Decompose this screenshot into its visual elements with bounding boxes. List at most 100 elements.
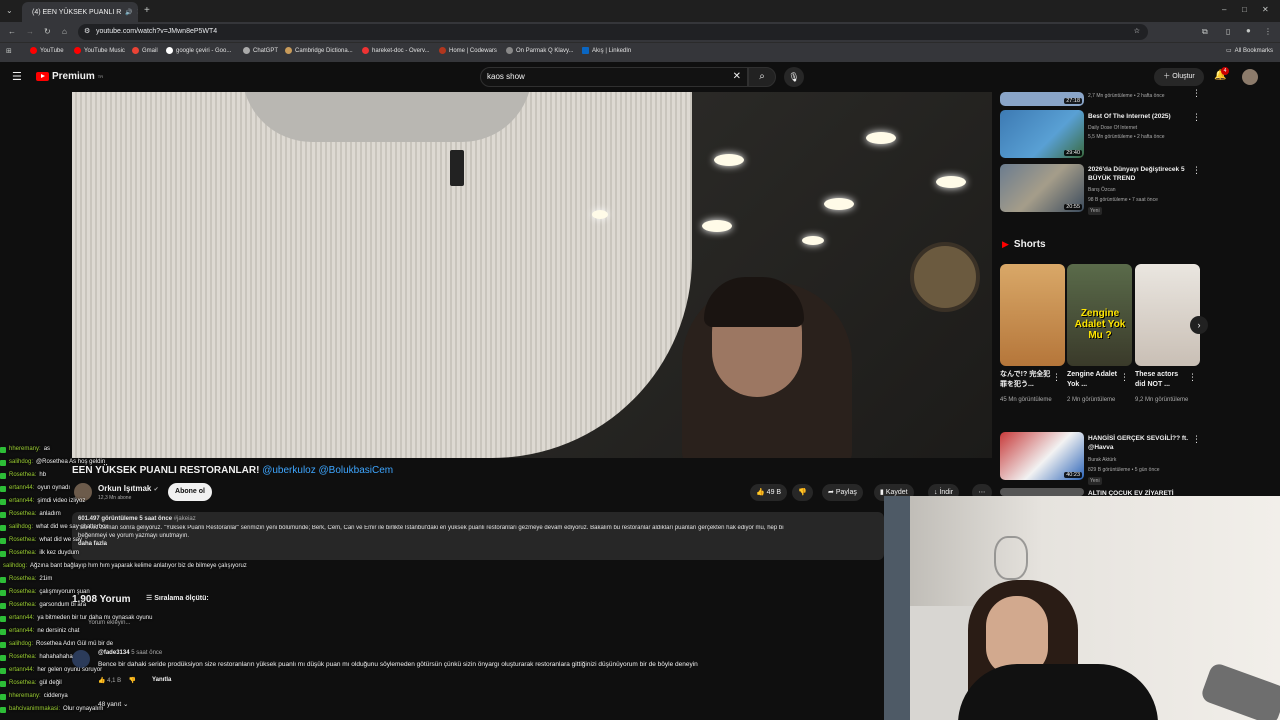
chat-text: anladım [39,511,61,517]
create-button[interactable]: ＋ Oluştur [1154,68,1204,86]
address-bar[interactable]: ⚙ youtube.com/watch?v=JMwn8eP5WT4 ☆ [78,24,1148,40]
bookmark-cambridge[interactable]: Cambridge Dictiona... [285,47,353,54]
bookmark-hareket-doc[interactable]: hareket-doc - Overv... [362,47,430,54]
sidebar-video-title[interactable]: 2026'da Dünyayı Değiştirecek 5 BÜYÜK TRE… [1088,165,1198,183]
chat-username: Rosethea: [9,654,37,660]
audio-icon[interactable]: 🔊 [125,9,132,16]
browser-tab[interactable]: (4) EEN YÜKSEK PUANLI R 🔊 ✕ [22,2,138,22]
more-options-icon[interactable]: ⋮ [1192,88,1201,99]
bookmark-chatgpt[interactable]: ChatGPT [243,47,278,54]
home-icon[interactable]: ⌂ [62,27,67,36]
plus-icon: ＋ [1163,73,1171,80]
profile-icon[interactable]: ● [1246,26,1251,35]
voice-search-button[interactable]: 🎙 [784,67,804,87]
sidebar-video-channel[interactable]: Barış Özcan [1088,186,1116,194]
chat-username: Rosethea: [9,472,37,478]
chat-message: ertann44: ne dersiniz chat [0,625,240,638]
title-mentions[interactable]: @uberkuloz @BolukbasiCem [262,465,393,476]
sidebar-video-title[interactable]: HANGİSİ GERÇEK SEVGİLİ?? ft. @Havva [1088,434,1198,452]
maximize-icon[interactable]: □ [1242,5,1247,14]
more-options-icon[interactable]: ⋮ [1192,434,1201,445]
close-window-icon[interactable]: ✕ [1262,5,1269,14]
sidebar-video-thumbnail[interactable]: 27:18 [1000,92,1084,106]
more-options-icon[interactable]: ⋮ [1192,112,1201,123]
all-bookmarks[interactable]: ▭ All Bookmarks [1226,47,1273,55]
sidebar-video-channel[interactable]: Burak Aktürk [1088,456,1116,464]
back-icon[interactable]: ← [8,27,16,36]
window-curtain [884,496,910,720]
share-button[interactable]: ➦ Paylaş [822,484,863,501]
bookmark-gmail[interactable]: Gmail [132,47,158,54]
sidebar-video-title[interactable]: Best Of The Internet (2025) [1088,112,1198,121]
new-tab-icon[interactable]: + [144,5,150,16]
chat-username: Rosethea: [9,537,37,543]
sidebar-video-channel[interactable]: Daily Dose Of Internet [1088,124,1137,132]
tab-close-icon[interactable]: ✕ [137,8,138,16]
hamburger-menu-icon[interactable]: ☰ [12,70,22,83]
short-thumbnail[interactable] [1135,264,1200,366]
dislike-button[interactable]: 👎 [792,484,813,501]
bookmarks-bar: ⊞ YouTube YouTube Music Gmail google çev… [0,42,1280,62]
short-thumbnail[interactable]: Zengine Adalet Yok Mu ? [1067,264,1132,366]
bookmark-youtube[interactable]: YouTube [30,47,64,54]
chat-message: bahcivanimmakasi: Olur oynayalım [0,703,240,716]
bookmark-youtube-music[interactable]: YouTube Music [74,47,125,54]
sidebar-video-thumbnail[interactable] [1000,488,1084,496]
search-input[interactable]: kaos show ✕ [480,67,748,87]
search-icon: ⌕ [759,71,765,82]
side-panel-icon[interactable]: ▯ [1226,27,1230,36]
bookmark-star-icon[interactable]: ☆ [1134,24,1140,40]
video-player[interactable] [72,92,992,458]
reload-icon[interactable]: ↻ [44,27,51,36]
chat-text: hahahahaha [39,654,73,660]
bookmark-codewars[interactable]: Home | Codewars [439,47,497,54]
minimize-icon[interactable]: – [1222,5,1226,14]
more-options-icon[interactable]: ⋮ [1192,165,1201,176]
more-options-icon[interactable]: ⋮ [1120,372,1129,383]
video-frame-tag [450,150,464,186]
extensions-icon[interactable]: ⧉ [1202,27,1208,37]
chat-username: salihdog: [9,641,34,647]
short-title[interactable]: These actors did NOT ... [1135,370,1190,390]
more-options-icon[interactable]: ⋮ [1188,372,1197,383]
shorts-icon: ▶ [1002,239,1009,249]
chat-badge-icon [0,602,6,609]
short-title[interactable]: Zengine Adalet Yok ... [1067,370,1122,390]
thumbs-up-icon: 👍 [756,489,765,496]
menu-icon[interactable]: ⋮ [1264,27,1272,36]
chat-badge-icon [0,615,6,622]
sidebar-video-thumbnail[interactable]: 29:40 [1000,110,1084,158]
wall-clock [910,242,980,312]
sidebar-video-thumbnail[interactable]: 20:55 [1000,164,1084,212]
chat-message: salihdog: what did we say chatterbox [0,521,240,534]
shorts-next-button[interactable]: › [1190,316,1208,334]
chat-badge-icon [0,706,6,713]
chat-text: what did we say chatterbox [36,524,109,530]
chat-badge-icon [0,641,6,648]
forward-icon[interactable]: → [26,27,34,36]
download-icon: ↓ [934,489,938,496]
clear-search-icon[interactable]: ✕ [733,68,741,86]
chat-message: ertann44: ya bitmeden bir tur daha mı oyn… [0,612,240,625]
short-title[interactable]: なんで!? 完全犯罪を犯う... [1000,370,1055,390]
chat-message: Rosethea: what did we say [0,534,240,547]
url-text: youtube.com/watch?v=JMwn8eP5WT4 [96,28,218,35]
bookmark-klavye[interactable]: On Parmak Q Klavy... [506,47,574,54]
chat-badge-icon [0,628,6,635]
avatar[interactable] [1242,69,1258,85]
chat-username: salihdog: [9,459,34,465]
apps-icon[interactable]: ⊞ [6,47,12,55]
youtube-premium-logo[interactable]: Premium TR [36,71,103,82]
sidebar-video-thumbnail[interactable]: 40:23 [1000,432,1084,480]
like-button[interactable]: 👍 49 B [750,484,788,501]
bookmark-google-translate[interactable]: google çeviri - Goo... [166,47,231,54]
bookmark-linkedin[interactable]: Akış | LinkedIn [582,47,631,54]
site-info-icon[interactable]: ⚙ [84,24,90,40]
search-button[interactable]: ⌕ [748,67,776,87]
chat-username: hheremany: [9,693,41,699]
tab-search-icon[interactable]: ⌄ [6,6,13,15]
folder-icon: ▭ [1226,48,1232,54]
short-thumbnail[interactable] [1000,264,1065,366]
more-options-icon[interactable]: ⋮ [1052,372,1061,383]
chat-text: what did we say [39,537,83,543]
